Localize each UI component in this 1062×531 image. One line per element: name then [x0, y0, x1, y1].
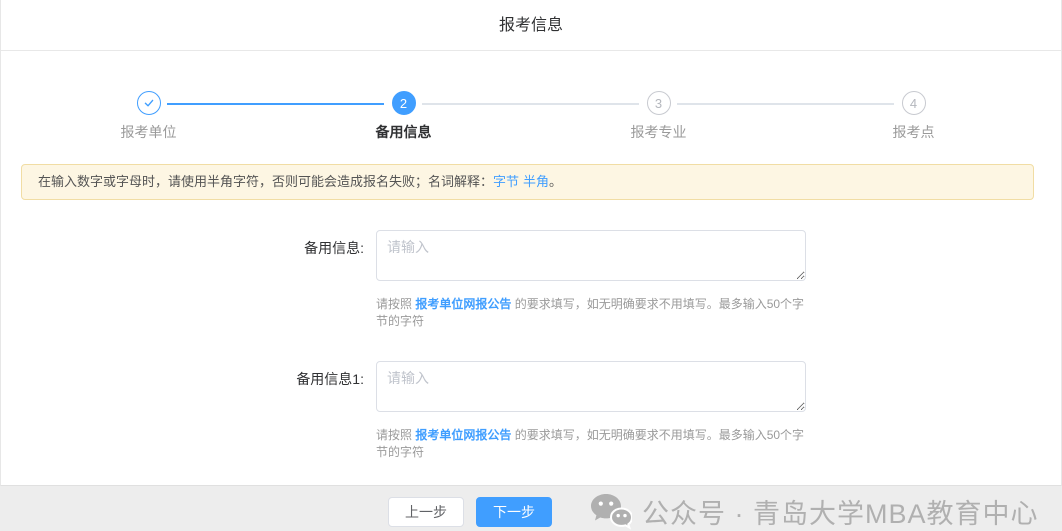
help-text: 请按照 — [376, 428, 415, 442]
wechat-icon — [590, 493, 632, 531]
step-major: 3 报考专业 — [531, 91, 786, 142]
backup-info-form: 备用信息: 请按照 报考单位网报公告 的要求填写，如无明确要求不用填写。最多输入… — [1, 230, 1061, 531]
backup-info-row: 备用信息: 请按照 报考单位网报公告 的要求填写，如无明确要求不用填写。最多输入… — [1, 230, 1061, 329]
next-step-button[interactable]: 下一步 — [476, 497, 552, 527]
backup-info1-row: 备用信息1: 请按照 报考单位网报公告 的要求填写，如无明确要求不用填写。最多输… — [1, 361, 1061, 460]
help-text: 请按照 — [376, 297, 415, 311]
step-number-circle: 4 — [902, 91, 926, 115]
form-actions: 上一步 下一步 公众号 · 青岛大学MBA教育中心 — [388, 492, 1061, 531]
page-title: 报考信息 — [1, 0, 1061, 51]
backup-info1-help: 请按照 报考单位网报公告 的要求填写，如无明确要求不用填写。最多输入50个字节的… — [376, 426, 806, 460]
step-wizard: 报考单位 2 备用信息 3 报考专业 4 报考点 — [1, 51, 1061, 142]
backup-info1-label: 备用信息1: — [1, 361, 376, 460]
application-card: 报考信息 报考单位 2 备用信息 3 报考专业 4 报考点 在输入数字或字母时，… — [0, 0, 1062, 486]
backup-info-help: 请按照 报考单位网报公告 的要求填写，如无明确要求不用填写。最多输入50个字节的… — [376, 295, 806, 329]
watermark: 公众号 · 青岛大学MBA教育中心 — [590, 492, 1039, 531]
step-label: 报考点 — [893, 122, 935, 142]
step-backup-info: 2 备用信息 — [276, 91, 531, 142]
step-number-circle: 3 — [647, 91, 671, 115]
unit-announcement-link[interactable]: 报考单位网报公告 — [415, 297, 511, 311]
step-label: 备用信息 — [376, 122, 432, 142]
warning-text-end: 。 — [549, 174, 562, 189]
step-application-unit: 报考单位 — [21, 91, 276, 142]
unit-announcement-link[interactable]: 报考单位网报公告 — [415, 428, 511, 442]
byte-definition-link[interactable]: 字节 — [493, 174, 519, 189]
warning-text: 在输入数字或字母时，请使用半角字符，否则可能会造成报名失败；名词解释： — [38, 174, 493, 189]
previous-step-button[interactable]: 上一步 — [388, 497, 464, 527]
step-label: 报考单位 — [121, 122, 177, 142]
step-number-circle: 2 — [392, 91, 416, 115]
step-connector — [167, 103, 384, 105]
step-exam-site: 4 报考点 — [786, 91, 1041, 142]
step-label: 报考专业 — [631, 122, 687, 142]
watermark-text: 公众号 · 青岛大学MBA教育中心 — [642, 492, 1039, 531]
halfwidth-definition-link[interactable]: 半角 — [523, 174, 549, 189]
step-connector — [422, 103, 639, 105]
halfwidth-warning-banner: 在输入数字或字母时，请使用半角字符，否则可能会造成报名失败；名词解释：字节半角。 — [21, 164, 1034, 200]
step-check-circle — [137, 91, 161, 115]
check-icon — [143, 97, 155, 109]
backup-info-textarea[interactable] — [376, 230, 806, 281]
backup-info1-textarea[interactable] — [376, 361, 806, 412]
backup-info-label: 备用信息: — [1, 230, 376, 329]
step-connector — [677, 103, 894, 105]
